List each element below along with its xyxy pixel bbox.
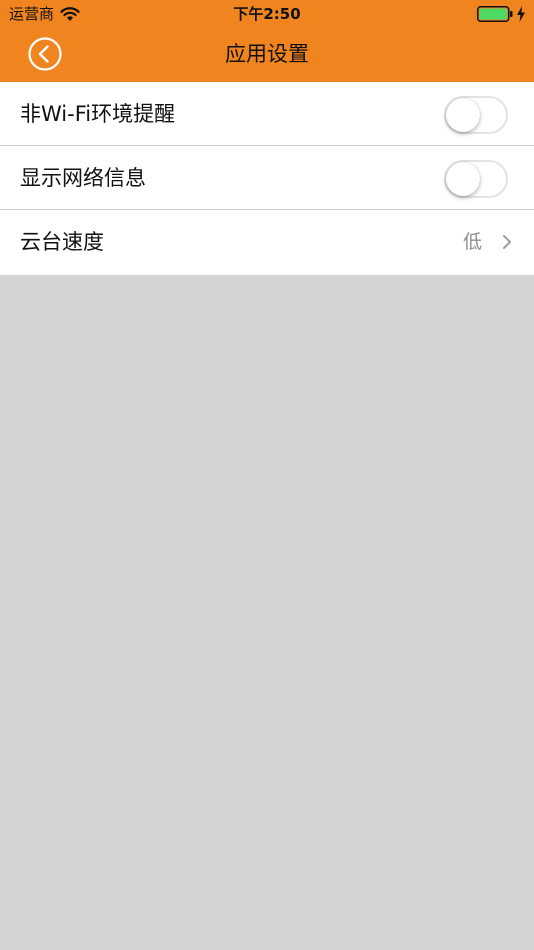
toggle-knob bbox=[446, 162, 480, 196]
non-wifi-reminder-toggle[interactable] bbox=[444, 96, 508, 134]
chevron-right-icon bbox=[503, 235, 511, 249]
setting-label: 非Wi-Fi环境提醒 bbox=[20, 102, 176, 126]
app-header: 运营商 下午2:50 应用设置 bbox=[0, 0, 534, 82]
page-title: 应用设置 bbox=[225, 42, 309, 66]
status-time: 下午2:50 bbox=[233, 5, 301, 23]
toggle-knob bbox=[446, 98, 480, 132]
battery-indicator bbox=[477, 6, 526, 22]
setting-label: 云台速度 bbox=[20, 230, 104, 254]
setting-label: 显示网络信息 bbox=[20, 166, 146, 190]
setting-ptz-speed[interactable]: 云台速度 低 bbox=[0, 210, 534, 275]
status-bar: 运营商 下午2:50 bbox=[0, 0, 534, 28]
settings-list: 非Wi-Fi环境提醒 显示网络信息 云台速度 低 bbox=[0, 82, 534, 275]
show-network-info-toggle[interactable] bbox=[444, 160, 508, 198]
ptz-speed-value: 低 bbox=[462, 231, 482, 253]
charging-icon bbox=[517, 6, 525, 22]
setting-show-network-info: 显示网络信息 bbox=[0, 146, 534, 210]
nav-bar: 应用设置 bbox=[0, 28, 534, 82]
setting-non-wifi-reminder: 非Wi-Fi环境提醒 bbox=[0, 82, 534, 146]
battery-icon bbox=[477, 6, 513, 22]
